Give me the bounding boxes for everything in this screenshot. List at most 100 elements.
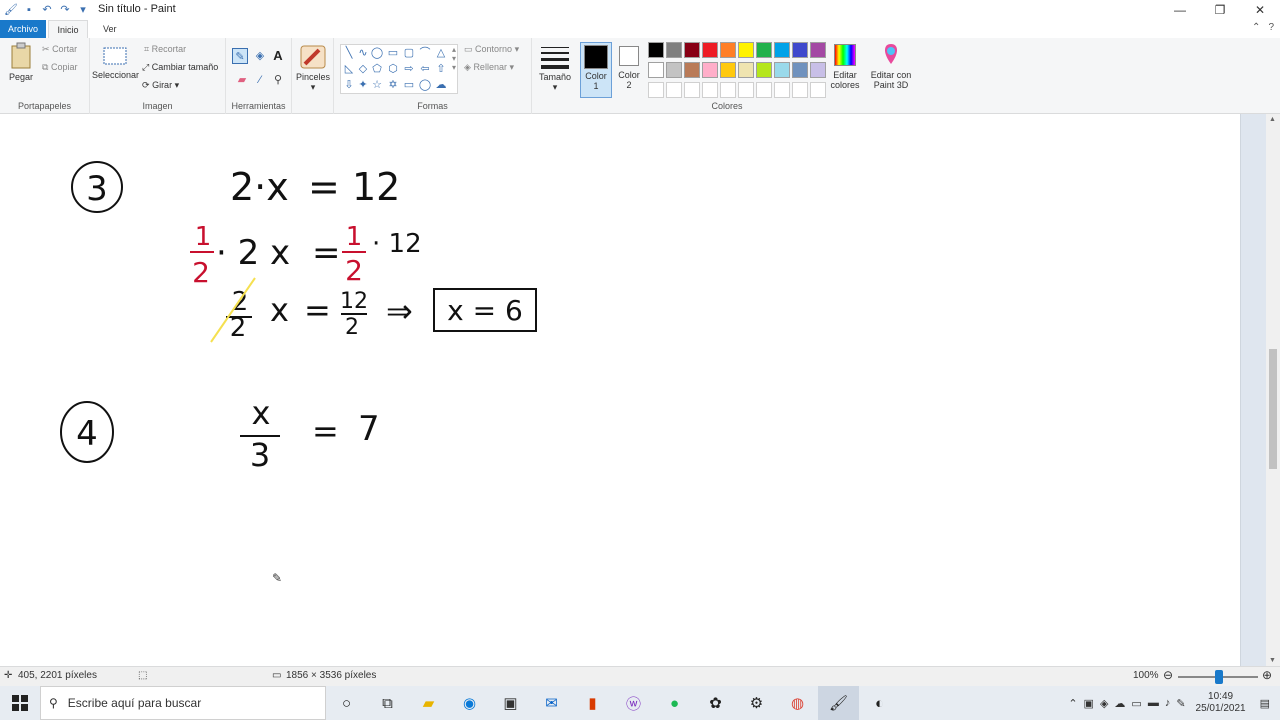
chrome-icon[interactable]: ◍ [777, 686, 818, 720]
zoom-slider-thumb[interactable] [1215, 670, 1223, 684]
customize-quick-access-icon[interactable]: ▾ [76, 3, 90, 17]
brushes-button[interactable]: Pinceles ▾ [296, 44, 330, 93]
arrow-left-shape-icon[interactable]: ⇦ [417, 61, 433, 77]
eq3-rhs-denominator: 2 [345, 315, 359, 340]
app-icon[interactable]: ✿ [695, 686, 736, 720]
tools-group-label: Herramientas [231, 101, 286, 111]
window-title: Sin título - Paint [98, 3, 176, 15]
arrow-right-shape-icon[interactable]: ⇨ [401, 61, 417, 77]
rotate-icon: ⟳ [142, 80, 150, 90]
tray-chevron-icon[interactable]: ⌃ [1068, 697, 1077, 710]
fill-button[interactable]: ◈ Rellenar ▾ [464, 62, 514, 73]
tab-file[interactable]: Archivo [0, 20, 46, 38]
crop-button[interactable]: ⌗ Recortar [144, 44, 186, 55]
edge-browser-icon[interactable]: ◉ [449, 686, 490, 720]
eraser-icon[interactable]: ▰ [234, 72, 250, 88]
office-icon[interactable]: ▮ [572, 686, 613, 720]
file-explorer-icon[interactable]: ▰ [408, 686, 449, 720]
eq4-equals: = [312, 412, 339, 450]
magnifier-icon[interactable]: ⚲ [270, 72, 286, 88]
selection-size-icon: ⬚ [138, 670, 148, 681]
close-button[interactable]: ✕ [1240, 0, 1280, 20]
rounded-rectangle-shape-icon[interactable]: ▢ [401, 45, 417, 61]
crop-icon: ⌗ [144, 44, 150, 54]
frac2-num: 1 [346, 222, 363, 252]
five-point-star-shape-icon[interactable]: ☆ [369, 77, 385, 93]
task-view-icon[interactable]: ⧉ [367, 686, 408, 720]
obs-icon[interactable]: ◐ [859, 686, 900, 720]
eq3-rhs-numerator: 12 [340, 289, 368, 314]
fill-bucket-icon[interactable]: ◈ [252, 48, 268, 64]
restore-button[interactable]: ❐ [1200, 0, 1240, 20]
redo-icon[interactable]: ↷ [58, 3, 72, 17]
w-app-icon[interactable]: ⓦ [613, 686, 654, 720]
shapes-group-label: Formas [417, 101, 448, 111]
clock[interactable]: 10:49 25/01/2021 [1196, 691, 1246, 715]
text-tool-icon[interactable]: A [270, 48, 286, 64]
rectangle-shape-icon[interactable]: ▭ [385, 45, 401, 61]
resize-icon: ⤢ [142, 62, 150, 72]
dropbox-icon[interactable]: ◈ [1100, 697, 1108, 710]
start-button[interactable] [0, 686, 40, 720]
cloud-callout-shape-icon[interactable]: ☁ [433, 77, 449, 93]
select-button[interactable]: Seleccionar [92, 46, 139, 80]
scroll-up-icon[interactable]: ▲ [1269, 116, 1276, 123]
cut-button[interactable]: ✂ Cortar [42, 44, 77, 55]
vertical-scroll-thumb[interactable] [1269, 349, 1277, 469]
save-icon[interactable]: ▪ [22, 3, 36, 17]
tray-app-icon[interactable]: ▣ [1084, 697, 1094, 710]
six-point-star-shape-icon[interactable]: ✡ [385, 77, 401, 93]
callout-shape-icon[interactable]: ▭ [401, 77, 417, 93]
paste-button[interactable]: Pegar [6, 42, 36, 82]
minimize-button[interactable]: — [1160, 0, 1200, 20]
tab-home[interactable]: Inicio [48, 20, 88, 38]
zoom-out-icon[interactable]: ⊖ [1163, 668, 1173, 682]
brush-icon [300, 45, 326, 69]
battery-icon[interactable]: ▬ [1148, 697, 1159, 709]
eq4-denominator: 3 [250, 436, 270, 474]
spotify-icon[interactable]: ● [654, 686, 695, 720]
vertical-scrollbar[interactable]: ▲ ▼ [1266, 114, 1280, 666]
tab-view[interactable]: Ver [95, 20, 125, 38]
pencil-icon[interactable]: ✎ [232, 48, 248, 64]
undo-icon[interactable]: ↶ [40, 3, 54, 17]
onedrive-icon[interactable]: ☁ [1114, 697, 1125, 710]
pentagon-shape-icon[interactable]: ⬠ [369, 61, 385, 77]
paint-app-icon: 🖌 [4, 4, 18, 16]
rotate-button[interactable]: ⟳ Girar ▾ [142, 80, 179, 91]
polygon-shape-icon[interactable]: ⌒ [417, 45, 433, 61]
outline-button[interactable]: ▭ Contorno ▾ [464, 44, 519, 55]
taskbar-search-box[interactable]: ⚲ Escribe aquí para buscar [40, 686, 326, 720]
oval-shape-icon[interactable]: ◯ [369, 45, 385, 61]
canvas-margin [1240, 114, 1266, 666]
zoom-level: 100% [1133, 670, 1159, 681]
zoom-in-icon[interactable]: ⊕ [1262, 668, 1272, 682]
keyboard-icon[interactable]: ✎ [1176, 697, 1185, 710]
notifications-icon[interactable]: ▤ [1260, 697, 1270, 710]
copy-button[interactable]: ⧉ Copiar [42, 62, 77, 73]
collapse-ribbon-icon[interactable]: ⌃ [1252, 22, 1260, 33]
drawing-canvas[interactable]: 3 2·x = 12 1 2 · 2 x = 1 2 · 12 2 2 x = … [0, 114, 1266, 666]
paint-taskbar-icon[interactable]: 🖌 [818, 686, 859, 720]
scroll-down-icon[interactable]: ▼ [1269, 657, 1276, 664]
arrow-up-shape-icon[interactable]: ⇧ [433, 61, 449, 77]
color-picker-icon[interactable]: ⁄ [252, 72, 268, 88]
network-icon[interactable]: ▭ [1131, 697, 1141, 710]
settings-icon[interactable]: ⚙ [736, 686, 777, 720]
cortana-icon[interactable]: ○ [326, 686, 367, 720]
eq1-equals: = [308, 165, 340, 209]
eq2-equals: = [312, 233, 341, 273]
resize-button[interactable]: ⤢ Cambiar tamaño [142, 62, 218, 73]
mail-icon[interactable]: ✉ [531, 686, 572, 720]
triangle-shape-icon[interactable]: △ [433, 45, 449, 61]
shapes-gallery[interactable]: ╲ ∿ ◯ ▭ ▢ ⌒ △ ◺ ◇ ⬠ ⬡ ⇨ ⇦ ⇧ ⇩ ✦ ☆ ✡ ▭ ◯ … [340, 44, 458, 94]
fill-icon: ◈ [464, 62, 471, 72]
oval-callout-shape-icon[interactable]: ◯ [417, 77, 433, 93]
hexagon-shape-icon[interactable]: ⬡ [385, 61, 401, 77]
frac1-num: 1 [195, 222, 212, 252]
shapes-scroll-icon[interactable]: ▴ ▾ ▾ [452, 45, 456, 72]
volume-icon[interactable]: ♪ [1165, 697, 1171, 709]
help-icon[interactable]: ? [1268, 22, 1274, 33]
store-icon[interactable]: ▣ [490, 686, 531, 720]
system-tray: ⌃ ▣ ◈ ☁ ▭ ▬ ♪ ✎ 10:49 25/01/2021 ▤ [1068, 686, 1280, 720]
